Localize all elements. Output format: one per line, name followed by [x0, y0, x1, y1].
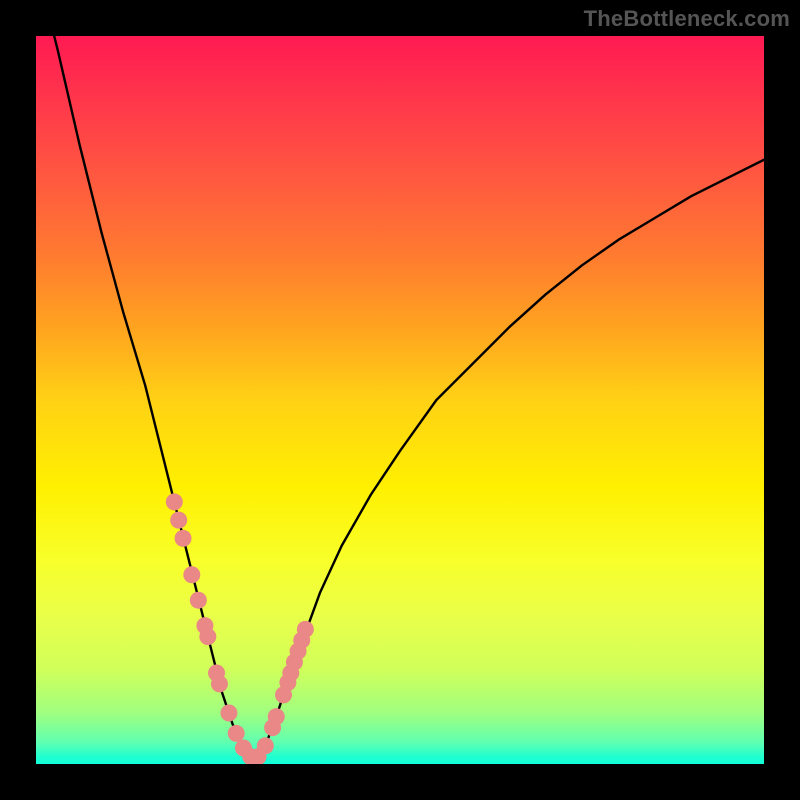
- watermark-text: TheBottleneck.com: [584, 6, 790, 32]
- curve-svg: [36, 36, 764, 764]
- data-point: [268, 708, 285, 725]
- data-point: [170, 512, 187, 529]
- plot-area: [36, 36, 764, 764]
- data-point: [220, 705, 237, 722]
- bottleneck-curve: [36, 36, 764, 757]
- data-point: [297, 621, 314, 638]
- data-point: [166, 493, 183, 510]
- data-point: [211, 675, 228, 692]
- data-point: [175, 530, 192, 547]
- data-point-markers: [166, 493, 314, 764]
- data-point: [190, 592, 207, 609]
- data-point: [257, 737, 274, 754]
- data-point: [228, 725, 245, 742]
- chart-container: TheBottleneck.com: [0, 0, 800, 800]
- data-point: [199, 628, 216, 645]
- data-point: [183, 566, 200, 583]
